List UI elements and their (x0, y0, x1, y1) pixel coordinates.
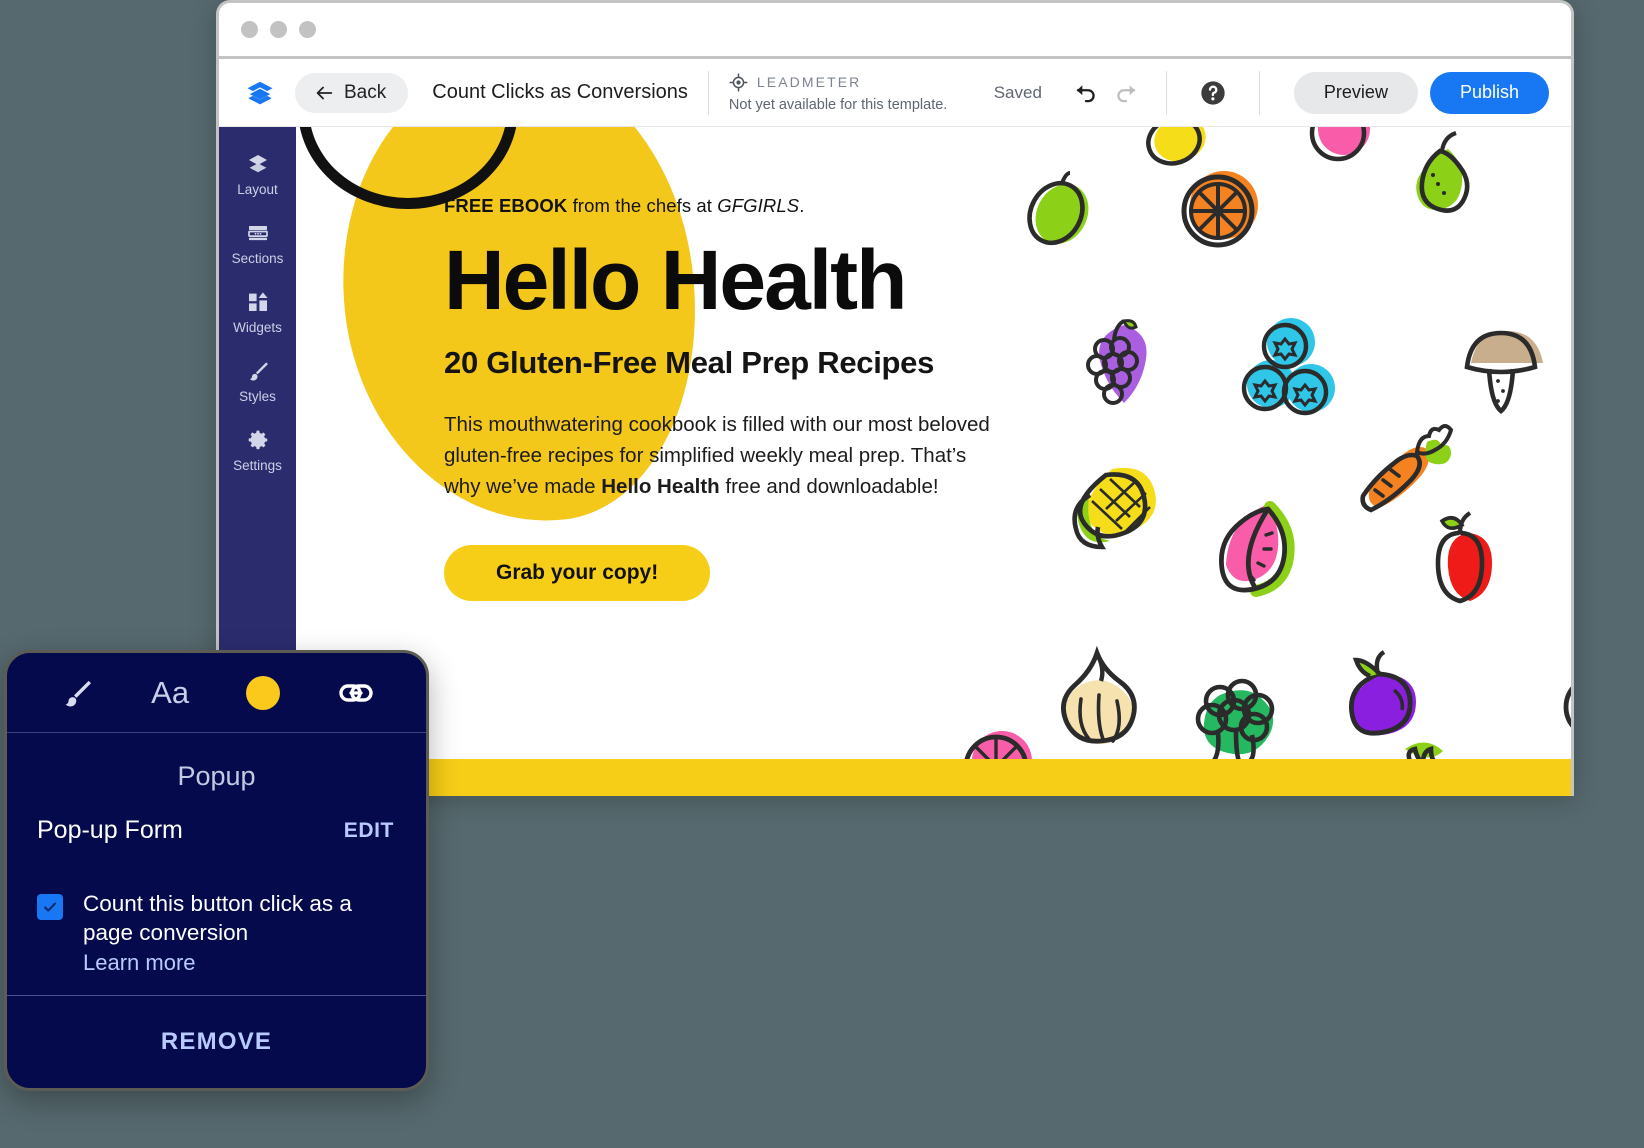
page-title: Count Clicks as Conversions (432, 81, 688, 103)
sidebar-label-styles: Styles (239, 389, 276, 404)
redo-icon (1117, 84, 1136, 102)
sidebar-item-sections[interactable]: Sections (219, 208, 296, 277)
conversion-label: Count this button click as a page conver… (83, 891, 352, 946)
back-button[interactable]: Back (295, 72, 409, 113)
tomato-icon (1296, 127, 1386, 179)
learn-more-link[interactable]: Learn more (83, 950, 196, 976)
help-button[interactable] (1193, 73, 1233, 113)
popup-widget-label: Pop-up Form (37, 816, 183, 844)
blueberries-icon (1231, 312, 1346, 427)
grapes-icon (1066, 307, 1176, 422)
conversion-option: Count this button click as a page conver… (7, 845, 426, 976)
hero-eyebrow: FREE EBOOK from the chefs at GFGIRLS. (444, 195, 1064, 217)
help-circle-icon (1201, 80, 1225, 105)
hero-body-part2: free and downloadable! (719, 475, 939, 499)
layers-logo-icon[interactable] (237, 78, 283, 108)
hero-body: This mouthwatering cookbook is filled wi… (444, 409, 1004, 502)
screenshot-stage: Back Count Clicks as Conversions LEADMET… (0, 0, 1644, 1148)
color-swatch-icon (245, 675, 280, 710)
remove-button[interactable]: REMOVE (7, 996, 426, 1088)
popup-section-title: Popup (177, 761, 256, 791)
hero-text-block: FREE EBOOK from the chefs at GFGIRLS. He… (444, 195, 1064, 601)
leadmeter-subtext: Not yet available for this template. (728, 96, 948, 113)
sidebar-item-widgets[interactable]: Widgets (219, 277, 296, 346)
watermelon-icon (1196, 487, 1326, 607)
apple-icon (1406, 497, 1516, 612)
hero-cta-button[interactable]: Grab your copy! (444, 544, 711, 601)
hero-eyebrow-rest: from the chefs at (567, 195, 718, 216)
link-icon (338, 683, 373, 702)
edit-button[interactable]: EDIT (344, 819, 394, 843)
arrow-left-icon (316, 86, 333, 99)
corn-icon (1056, 447, 1186, 562)
widget-settings-popup: Aa Popup Pop-up Form EDIT Count this but… (4, 650, 429, 1091)
check-icon (44, 902, 56, 912)
chili-icon (1546, 177, 1571, 287)
page-footer-bar (296, 759, 1571, 796)
popup-widget-row: Pop-up Form EDIT (7, 816, 426, 845)
sidebar-item-settings[interactable]: Settings (219, 415, 296, 484)
saved-status: Saved (993, 82, 1042, 102)
toolbar-divider-1 (707, 70, 709, 115)
font-tool-button[interactable]: Aa (142, 670, 198, 716)
undo-button[interactable] (1066, 73, 1106, 113)
sidebar-label-sections: Sections (231, 251, 284, 266)
hero-eyebrow-strong: FREE EBOOK (444, 195, 568, 216)
toolbar-divider-3 (1258, 70, 1260, 115)
brush-icon (249, 362, 268, 381)
sidebar-label-layout: Layout (237, 182, 278, 197)
conversion-checkbox[interactable] (37, 894, 63, 920)
preview-button[interactable]: Preview (1293, 71, 1418, 114)
hero-eyebrow-italic: GFGIRLS (717, 195, 800, 216)
sidebar-item-styles[interactable]: Styles (219, 346, 296, 415)
sidebar-label-widgets: Widgets (233, 320, 282, 335)
sections-icon (247, 226, 268, 241)
redo-button[interactable] (1106, 73, 1146, 113)
back-label: Back (344, 81, 387, 103)
page-canvas[interactable]: FREE EBOOK from the chefs at GFGIRLS. He… (296, 127, 1571, 796)
popup-toolbar: Aa (7, 653, 426, 733)
target-icon (729, 72, 748, 92)
publish-button[interactable]: Publish (1429, 71, 1549, 114)
sidebar-item-layout[interactable]: Layout (219, 139, 296, 208)
gear-icon (248, 430, 267, 450)
traffic-light-minimize[interactable] (270, 21, 287, 38)
link-tool-button[interactable] (328, 670, 384, 716)
undo-icon (1076, 84, 1095, 102)
leadmeter-label: LEADMETER (756, 74, 862, 90)
pear-icon (1386, 127, 1496, 242)
hero-body-bold: Hello Health (601, 475, 720, 499)
sidebar-label-settings: Settings (233, 458, 282, 473)
app-toolbar: Back Count Clicks as Conversions LEADMET… (219, 59, 1571, 127)
hero-title: Hello Health (444, 233, 907, 327)
widgets-icon (248, 292, 268, 311)
lime-icon (1016, 169, 1102, 255)
brush-icon (66, 680, 92, 706)
chili-icon (1566, 447, 1571, 557)
browser-title-bar (219, 3, 1571, 59)
kiwi-icon (1546, 657, 1571, 767)
orange-slice-icon (1166, 157, 1276, 267)
hero-subtitle: 20 Gluten-Free Meal Prep Recipes (444, 345, 935, 381)
toolbar-divider-2 (1165, 70, 1167, 115)
layers-icon (248, 155, 267, 173)
hero-eyebrow-end: . (799, 195, 805, 216)
color-tool-button[interactable] (235, 670, 291, 716)
leadmeter-block: LEADMETER Not yet available for this tem… (728, 72, 948, 113)
traffic-light-maximize[interactable] (299, 21, 316, 38)
brush-tool-button[interactable] (49, 670, 105, 716)
mushroom-icon (1451, 317, 1556, 427)
garlic-icon (1041, 627, 1161, 747)
traffic-light-close[interactable] (241, 21, 258, 38)
